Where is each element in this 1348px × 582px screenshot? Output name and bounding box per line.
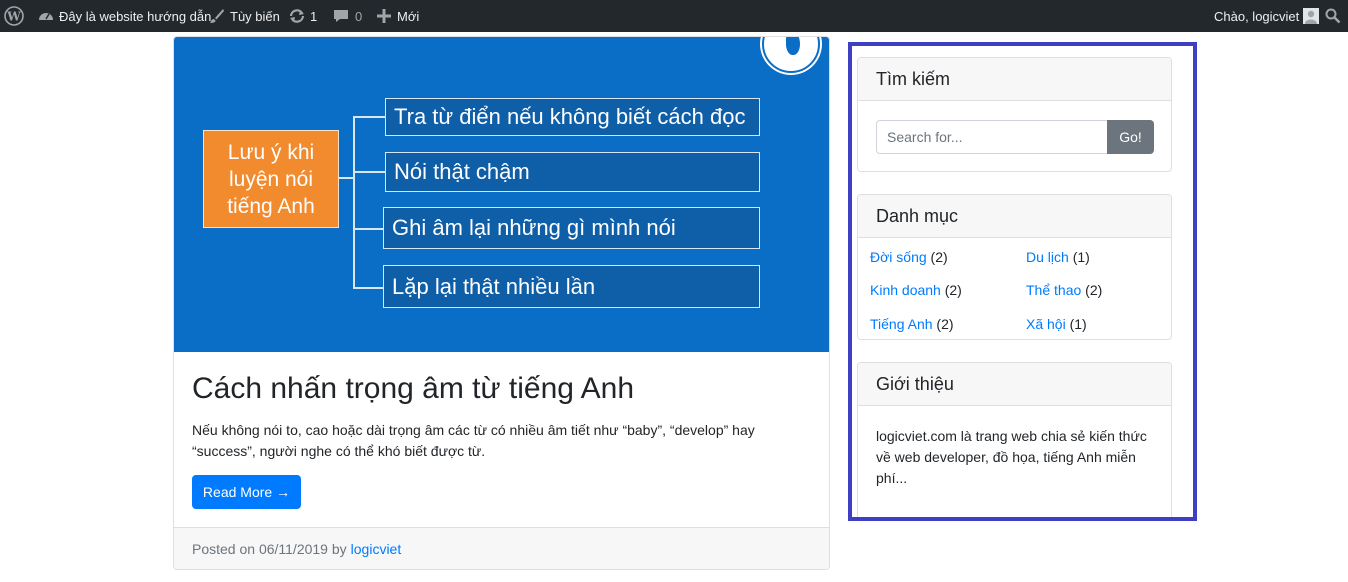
connector-line [353, 287, 385, 289]
new-label: Mới [397, 8, 420, 24]
comments-count: 0 [355, 8, 363, 24]
categories-widget: Danh mục Đời sống (2) Du lịch (1) Kinh d… [857, 194, 1172, 340]
greeting-text: Chào, logicviet [1214, 8, 1300, 24]
category-link[interactable]: Tiếng Anh [870, 316, 933, 332]
updates-menu[interactable]: 1 [288, 0, 317, 32]
category-count: (1) [1069, 316, 1087, 332]
category-count: (1) [1072, 249, 1090, 265]
comment-icon [334, 10, 348, 22]
author-link[interactable]: logicviet [351, 541, 402, 557]
image-box: Tra từ điển nếu không biết cách đọc [385, 98, 760, 136]
category-item: Xã hội (1) [1026, 316, 1087, 332]
about-widget: Giới thiệu logicviet.com là trang web ch… [857, 362, 1172, 517]
new-content-menu[interactable]: Mới [376, 0, 419, 32]
category-link[interactable]: Xã hội [1026, 316, 1066, 332]
category-link[interactable]: Du lịch [1026, 249, 1069, 265]
category-link[interactable]: Kinh doanh [870, 282, 941, 298]
comments-menu[interactable]: 0 [332, 0, 362, 32]
image-box: Lặp lại thật nhiều lần [383, 265, 760, 308]
admin-bar: W Đây là website hướng dẫn Tùy biến 1 0 … [0, 0, 1348, 32]
dashboard-icon [39, 13, 53, 20]
updates-count: 1 [310, 8, 318, 24]
post-excerpt: Nếu không nói to, cao hoặc dài trọng âm … [192, 422, 755, 459]
customize-menu[interactable]: Tùy biến [208, 0, 280, 32]
connector-line [353, 116, 355, 289]
post-featured-image[interactable]: Lưu ý khi luyện nói tiếng Anh Tra từ điể… [174, 37, 829, 352]
category-count: (2) [944, 282, 962, 298]
image-box: Nói thật chậm [385, 152, 760, 192]
wordpress-logo-icon[interactable]: W [4, 0, 24, 32]
read-more-button[interactable]: Read More → [192, 475, 301, 509]
connector-line [353, 171, 385, 173]
image-main-box: Lưu ý khi luyện nói tiếng Anh [203, 130, 339, 228]
search-widget-title: Tìm kiếm [858, 58, 1171, 101]
category-count: (2) [930, 249, 948, 265]
connector-line [353, 116, 385, 118]
category-count: (2) [1085, 282, 1103, 298]
updates-icon [289, 9, 305, 23]
post-meta-footer: Posted on 06/11/2019 by logicviet [174, 527, 829, 569]
category-item: Thể thao (2) [1026, 282, 1102, 298]
search-input[interactable] [876, 120, 1108, 154]
post-title[interactable]: Cách nhấn trọng âm từ tiếng Anh [192, 372, 634, 406]
category-link[interactable]: Đời sống [870, 249, 927, 265]
category-count: (2) [936, 316, 954, 332]
site-logo-icon [762, 37, 820, 73]
category-item: Tiếng Anh (2) [870, 316, 954, 332]
svg-text:W: W [6, 10, 21, 24]
plus-icon [377, 9, 391, 23]
image-box: Ghi âm lại những gì mình nói [383, 207, 760, 249]
connector-line [353, 228, 385, 230]
about-widget-title: Giới thiệu [858, 363, 1171, 406]
site-name: Đây là website hướng dẫn [59, 8, 212, 24]
paintbrush-icon [210, 9, 224, 23]
connector-line [339, 177, 353, 179]
my-account-menu[interactable]: Chào, logicviet [1214, 0, 1320, 32]
search-widget: Tìm kiếm Go! [857, 57, 1172, 172]
about-text: logicviet.com là trang web chia sẻ kiến … [876, 428, 1147, 486]
post-card: Lưu ý khi luyện nói tiếng Anh Tra từ điể… [173, 36, 830, 570]
posted-on-text: Posted on 06/11/2019 by [192, 541, 347, 557]
avatar [1303, 8, 1320, 24]
category-link[interactable]: Thể thao [1026, 282, 1081, 298]
customize-label: Tùy biến [230, 8, 280, 24]
category-item: Đời sống (2) [870, 249, 948, 265]
category-item: Du lịch (1) [1026, 249, 1090, 265]
categories-widget-title: Danh mục [858, 195, 1171, 238]
site-name-menu[interactable]: Đây là website hướng dẫn [37, 0, 211, 32]
search-go-button[interactable]: Go! [1107, 120, 1154, 154]
search-icon[interactable] [1325, 0, 1341, 32]
category-item: Kinh doanh (2) [870, 282, 962, 298]
